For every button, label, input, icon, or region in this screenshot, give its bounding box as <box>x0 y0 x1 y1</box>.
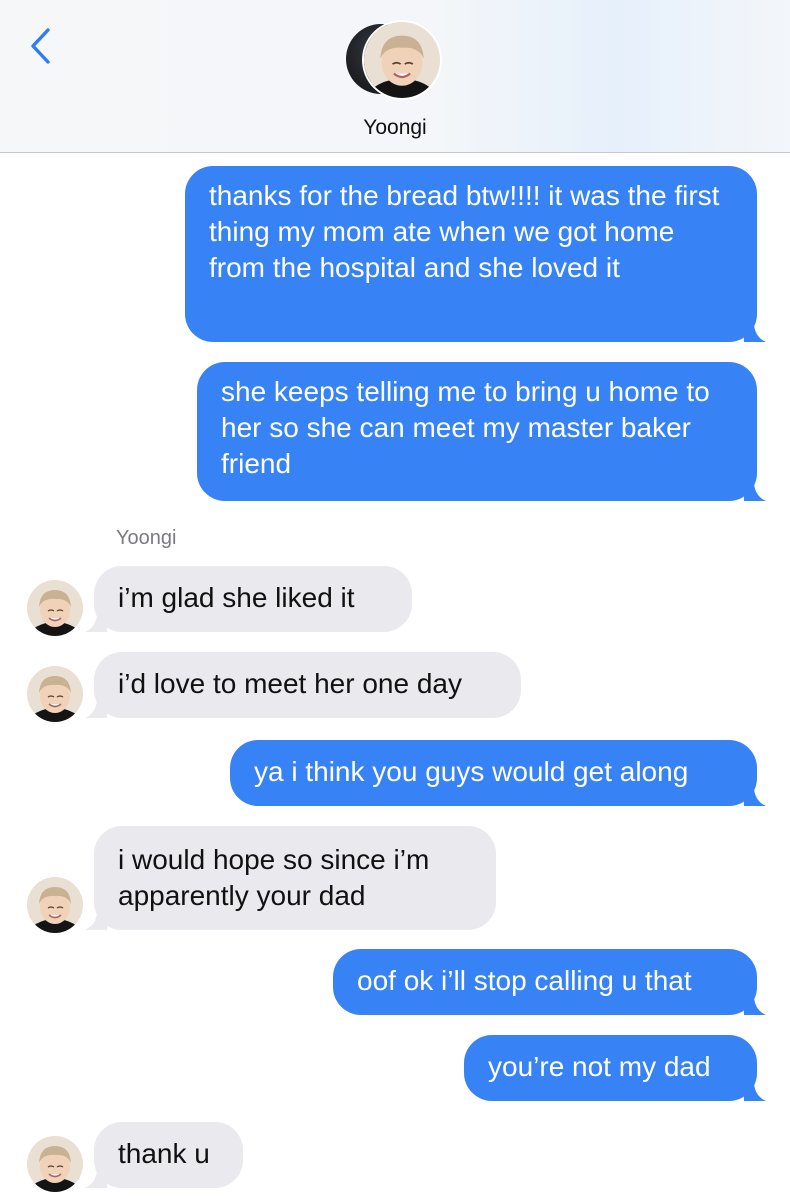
sender-avatar[interactable] <box>27 1136 83 1192</box>
back-button[interactable] <box>26 26 56 66</box>
conversation-header: Yoongi <box>0 0 790 153</box>
avatar-photo-icon <box>27 666 83 722</box>
bubble-tail-icon <box>85 692 107 718</box>
contact-name[interactable]: Yoongi <box>0 116 790 140</box>
avatar-photo-icon <box>364 22 440 98</box>
bubble-tail-icon <box>744 475 766 501</box>
message-text: i would hope so since i’m apparently you… <box>118 844 430 911</box>
sent-message-bubble[interactable]: she keeps telling me to bring u home to … <box>197 362 766 501</box>
message-text: thanks for the bread btw!!!! it was the … <box>209 180 720 283</box>
received-message-bubble[interactable]: thank u <box>85 1122 243 1188</box>
message-text: she keeps telling me to bring u home to … <box>221 376 710 479</box>
sent-message-bubble[interactable]: ya i think you guys would get along <box>230 740 766 806</box>
bubble-tail-icon <box>744 989 766 1015</box>
message-text: you’re not my dad <box>488 1051 711 1082</box>
avatar-photo-icon <box>27 1136 83 1192</box>
message-text: oof ok i’ll stop calling u that <box>357 965 692 996</box>
bubble-tail-icon <box>744 780 766 806</box>
sender-name-label: Yoongi <box>116 527 177 549</box>
received-message-bubble[interactable]: i’d love to meet her one day <box>85 652 521 718</box>
contact-avatar-group[interactable] <box>346 20 446 102</box>
message-text: thank u <box>118 1138 210 1169</box>
sender-avatar[interactable] <box>27 580 83 636</box>
avatar-photo-icon <box>27 580 83 636</box>
message-text: i’d love to meet her one day <box>118 668 462 699</box>
bubble-tail-icon <box>85 606 107 632</box>
sent-message-bubble[interactable]: oof ok i’ll stop calling u that <box>333 949 766 1015</box>
bubble-tail-icon <box>85 904 107 930</box>
bubble-tail-icon <box>744 316 766 342</box>
sender-avatar[interactable] <box>27 666 83 722</box>
bubble-tail-icon <box>744 1075 766 1101</box>
message-text: i’m glad she liked it <box>118 582 355 613</box>
sender-avatar[interactable] <box>27 877 83 933</box>
avatar-photo-icon <box>27 877 83 933</box>
avatar <box>362 20 442 100</box>
sent-message-bubble[interactable]: you’re not my dad <box>464 1035 766 1101</box>
message-text: ya i think you guys would get along <box>254 756 689 787</box>
chevron-left-icon <box>31 28 50 64</box>
bubble-tail-icon <box>85 1162 107 1188</box>
received-message-bubble[interactable]: i would hope so since i’m apparently you… <box>85 826 496 930</box>
sent-message-bubble[interactable]: thanks for the bread btw!!!! it was the … <box>185 166 766 342</box>
received-message-bubble[interactable]: i’m glad she liked it <box>85 566 412 632</box>
